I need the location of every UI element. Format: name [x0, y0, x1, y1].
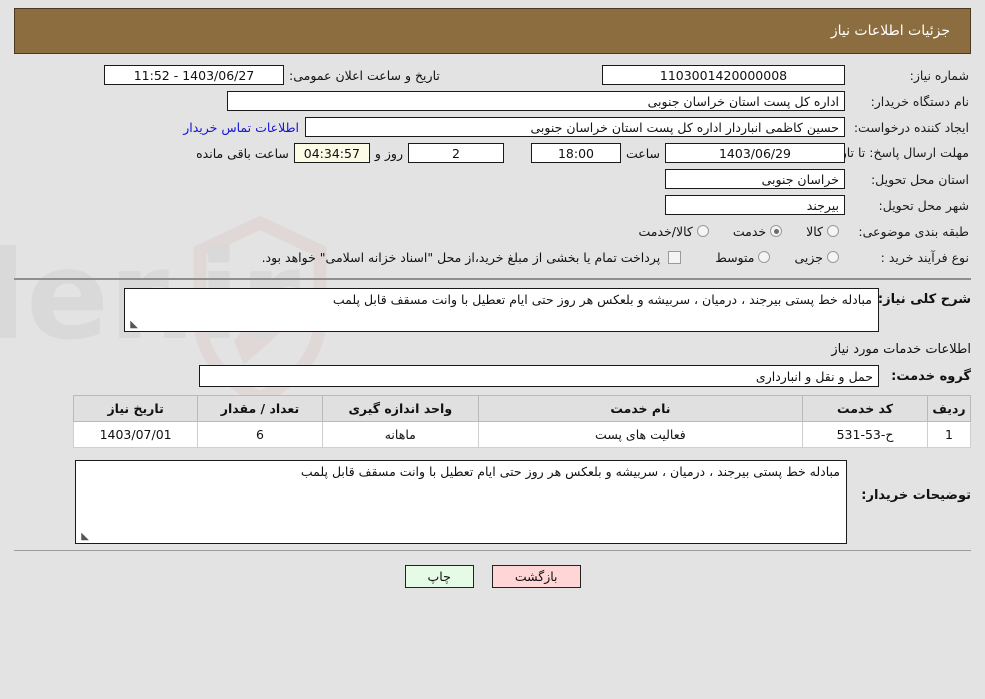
process-option-label: جزیی	[794, 249, 823, 265]
countdown-value: 04:34:57	[293, 143, 370, 163]
treasury-checkbox[interactable]	[668, 250, 682, 264]
cell-unit: ماهانه	[321, 421, 479, 448]
city-value: بیرجند	[665, 195, 845, 215]
process-option-jozii[interactable]: جزیی	[794, 250, 839, 265]
category-option-label: کالا/خدمت	[638, 223, 693, 239]
hour-label: ساعت	[625, 145, 660, 161]
col-need-date: تاریخ نیاز	[72, 395, 199, 422]
cell-qty: 6	[197, 421, 323, 448]
announce-label: تاریخ و ساعت اعلان عمومی:	[289, 67, 440, 83]
buyer-notes-value: مبادله خط پستی بیرجند ، درمیان ، سربیشه …	[300, 464, 840, 479]
radio-icon[interactable]	[696, 225, 709, 237]
cell-radif: 1	[927, 421, 971, 448]
col-code: کد خدمت	[801, 395, 929, 422]
remaining-days-label: روز و	[374, 145, 403, 161]
service-group-label: گروه خدمت:	[891, 369, 971, 384]
col-radif: ردیف	[927, 395, 971, 422]
deadline-label: مهلت ارسال پاسخ: تا تاریخ:	[824, 145, 969, 160]
row-service-group: گروه خدمت: حمل و نقل و انبارداری	[14, 365, 971, 387]
services-subhead: اطلاعات خدمات مورد نیاز	[831, 342, 971, 357]
radio-icon[interactable]	[827, 251, 839, 263]
table-header-row: ردیف کد خدمت نام خدمت واحد اندازه گیری ت…	[72, 395, 971, 422]
summary-value: مبادله خط پستی بیرجند ، درمیان ، سربیشه …	[332, 292, 872, 307]
cell-need-date: 1403/07/01	[72, 421, 199, 448]
row-province: استان محل تحویل: خراسان جنوبی	[14, 168, 971, 190]
row-category: طبقه بندی موضوعی: کالا خدمت کالا/خدمت	[14, 220, 971, 242]
process-radio-group: جزیی متوسط	[695, 250, 839, 265]
city-label: شهر محل تحویل:	[878, 197, 969, 213]
radio-icon[interactable]	[827, 225, 839, 237]
province-label: استان محل تحویل:	[870, 171, 969, 187]
category-option-kala-khedmat[interactable]: کالا/خدمت	[638, 223, 709, 239]
services-table: ردیف کد خدمت نام خدمت واحد اندازه گیری ت…	[72, 395, 971, 448]
requester-label: ایجاد کننده درخواست:	[853, 119, 969, 135]
row-buyer-notes: توضیحات خریدار: مبادله خط پستی بیرجند ، …	[14, 460, 971, 544]
row-requester: ایجاد کننده درخواست: حسین کاظمی انباردار…	[14, 116, 971, 138]
col-name: نام خدمت	[477, 395, 803, 422]
need-number-label: شماره نیاز:	[909, 67, 969, 83]
buyer-notes-textarea[interactable]: مبادله خط پستی بیرجند ، درمیان ، سربیشه …	[75, 460, 847, 544]
footer-divider	[14, 550, 971, 551]
category-option-label: کالا	[806, 223, 823, 239]
category-option-khedmat[interactable]: خدمت	[732, 223, 783, 239]
row-deadline: مهلت ارسال پاسخ: تا تاریخ: 1403/06/29 سا…	[14, 142, 971, 164]
resize-grip-icon[interactable]: ◣	[128, 320, 138, 330]
buyer-org-value: اداره کل پست استان خراسان جنوبی	[227, 91, 845, 111]
need-info-panel: شماره نیاز: 1103001420000008 تاریخ و ساع…	[14, 64, 971, 280]
province-value: خراسان جنوبی	[665, 169, 845, 189]
treasury-note: پرداخت تمام یا بخشی از مبلغ خرید،از محل …	[261, 249, 661, 265]
radio-icon[interactable]	[758, 251, 771, 263]
service-group-value: حمل و نقل و انبارداری	[199, 365, 879, 387]
process-option-motavaset[interactable]: متوسط	[715, 249, 771, 265]
cell-code: ح-53-531	[801, 421, 929, 448]
deadline-date-value: 1403/06/29	[665, 143, 845, 163]
footer-button-bar: بازگشت چاپ	[0, 565, 985, 588]
deadline-hour-value: 18:00	[530, 143, 621, 163]
summary-textarea[interactable]: مبادله خط پستی بیرجند ، درمیان ، سربیشه …	[124, 288, 879, 332]
row-summary: شرح کلی نیاز: مبادله خط پستی بیرجند ، در…	[14, 288, 971, 332]
summary-section: شرح کلی نیاز: مبادله خط پستی بیرجند ، در…	[14, 280, 971, 387]
table-row: 1 ح-53-531 فعالیت های پست ماهانه 6 1403/…	[72, 421, 971, 448]
radio-selected-icon[interactable]	[770, 225, 783, 237]
summary-label: شرح کلی نیاز:	[877, 292, 971, 307]
page-header: جزئیات اطلاعات نیاز	[14, 8, 971, 54]
resize-grip-icon[interactable]: ◣	[79, 532, 89, 542]
category-radio-group: کالا خدمت کالا/خدمت	[618, 224, 839, 239]
remaining-days-value: 2	[407, 143, 504, 163]
page-root: جزئیات اطلاعات نیاز شماره نیاز: 11030014…	[0, 8, 985, 699]
process-option-label: متوسط	[715, 249, 755, 265]
page-title: جزئیات اطلاعات نیاز	[830, 23, 950, 39]
row-process: نوع فرآیند خرید : جزیی متوسط پرداخت تمام…	[14, 246, 971, 268]
print-button[interactable]: چاپ	[404, 565, 474, 588]
buyer-notes-label: توضیحات خریدار:	[861, 488, 971, 503]
countdown-label: ساعت باقی مانده	[196, 145, 289, 161]
col-unit: واحد اندازه گیری	[321, 395, 479, 422]
category-option-kala[interactable]: کالا	[806, 224, 839, 239]
col-qty: تعداد / مقدار	[197, 395, 323, 422]
process-label: نوع فرآیند خرید :	[880, 249, 969, 265]
row-city: شهر محل تحویل: بیرجند	[14, 194, 971, 216]
buyer-contact-link[interactable]: اطلاعات تماس خریدار	[177, 120, 305, 135]
buyer-notes-section: توضیحات خریدار: مبادله خط پستی بیرجند ، …	[14, 448, 971, 544]
category-label: طبقه بندی موضوعی:	[858, 223, 969, 239]
category-option-label: خدمت	[732, 223, 767, 239]
back-button[interactable]: بازگشت	[491, 565, 581, 588]
buyer-org-label: نام دستگاه خریدار:	[870, 93, 969, 109]
row-need-number: شماره نیاز: 1103001420000008 تاریخ و ساع…	[14, 64, 971, 86]
announce-value: 1403/06/27 - 11:52	[104, 65, 284, 85]
row-buyer-org: نام دستگاه خریدار: اداره کل پست استان خر…	[14, 90, 971, 112]
requester-value: حسین کاظمی انباردار اداره کل پست استان خ…	[305, 117, 845, 137]
cell-name: فعالیت های پست	[477, 421, 803, 448]
need-number-value: 1103001420000008	[602, 65, 845, 85]
